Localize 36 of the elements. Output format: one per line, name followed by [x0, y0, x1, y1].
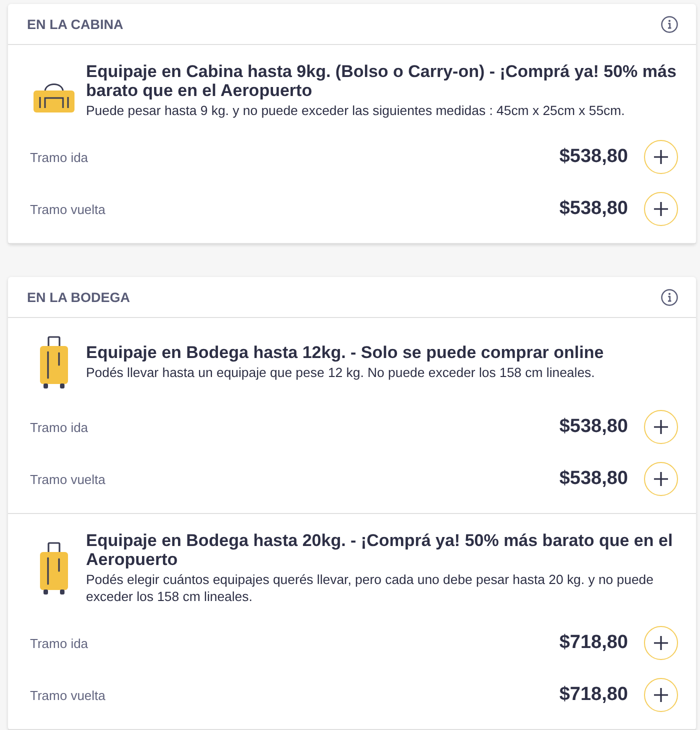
baggage-title: Equipaje en Cabina hasta 9kg. (Bolso o Carry-on) - ¡Comprá ya! 50% más barato que en el Aeropuerto [86, 62, 678, 100]
price: $538,80 [559, 146, 628, 168]
baggage-description: Podés elegir cuántos equipajes querés llevar, pero cada uno debe pesar hasta 20 kg. y no puede exceder los 158 cm lineales. [86, 571, 654, 605]
segment-label: Tramo vuelta [30, 202, 106, 216]
plus-icon [654, 636, 668, 650]
plus-icon [654, 420, 668, 434]
add-button[interactable] [644, 192, 678, 226]
add-button[interactable] [644, 140, 678, 174]
section-title: EN LA BODEGA [27, 290, 130, 304]
price: $718,80 [559, 632, 628, 654]
plus-icon [654, 688, 668, 702]
section-title: EN LA CABINA [27, 16, 124, 32]
info-icon[interactable] [661, 288, 678, 306]
baggage-title: Equipaje en Bodega hasta 20kg. - ¡Comprá ya! 50% más barato que en el Aeropuerto [86, 531, 674, 569]
price: $538,80 [559, 416, 628, 438]
segment-label: Tramo ida [30, 636, 88, 650]
add-button[interactable] [644, 626, 678, 660]
add-button[interactable] [644, 678, 678, 712]
add-button[interactable] [644, 410, 678, 444]
plus-icon [654, 202, 668, 216]
segment-label: Tramo ida [30, 150, 88, 164]
baggage-description: Puede pesar hasta 9 kg. y no puede exceder las siguientes medidas : 45cm x 25cm x 55cm. [86, 102, 626, 119]
price: $718,80 [559, 684, 628, 706]
add-button[interactable] [644, 462, 678, 496]
segment-label: Tramo vuelta [30, 472, 106, 486]
suitcase-icon [39, 542, 69, 594]
price: $538,80 [559, 198, 628, 220]
info-icon[interactable] [661, 16, 678, 32]
plus-icon [654, 472, 668, 486]
baggage-description: Podés llevar hasta un equipaje que pese 12 kg. No puede exceder los 158 cm lineales. [86, 364, 596, 381]
segment-label: Tramo vuelta [30, 688, 106, 702]
suitcase-icon [39, 336, 69, 388]
price: $538,80 [559, 468, 628, 490]
segment-label: Tramo ida [30, 420, 88, 434]
baggage-title: Equipaje en Bodega hasta 12kg. - Solo se puede comprar online [86, 343, 605, 362]
plus-icon [654, 150, 668, 164]
